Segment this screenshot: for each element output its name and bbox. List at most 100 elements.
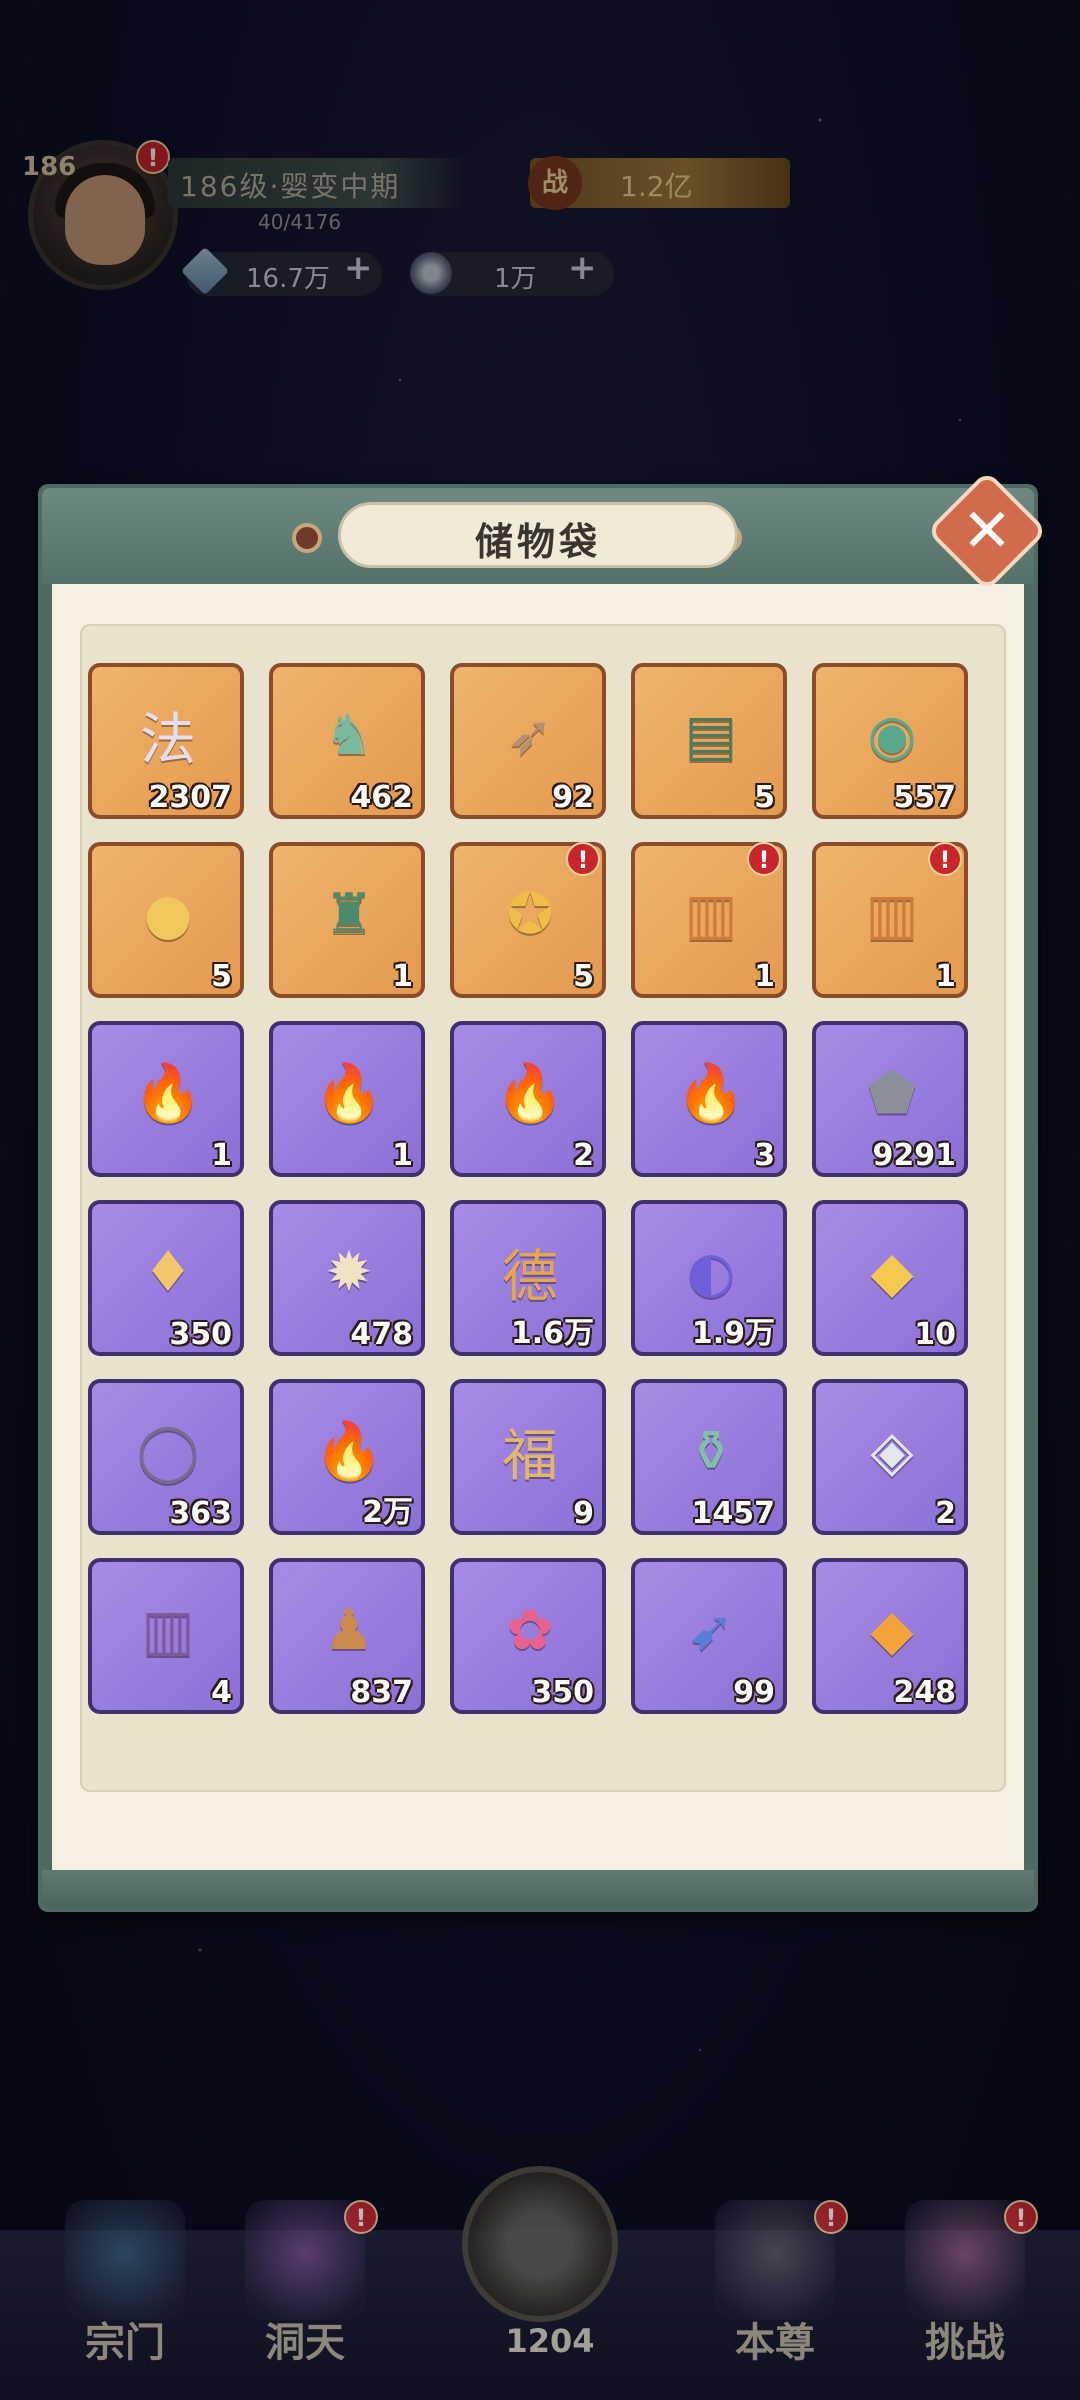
inventory-slot[interactable]: 德 1.6万 [450, 1200, 606, 1356]
inventory-slot[interactable]: ♟ 837 [269, 1558, 425, 1714]
combat-power-value: 1.2亿 [620, 170, 693, 203]
inventory-slot[interactable]: ◆ 248 [812, 1558, 968, 1714]
inventory-slot[interactable]: ➶ 92 [450, 663, 606, 819]
inventory-slot[interactable]: ✹ 478 [269, 1200, 425, 1356]
item-count: 99 [733, 1675, 775, 1710]
new-item-alert-icon: ! [928, 842, 962, 876]
item-count: 1 [211, 1138, 232, 1173]
inventory-slot[interactable]: ▥ 1! [812, 842, 968, 998]
jade-map-icon: ◉ [867, 702, 917, 768]
spirit-orb-icon: ◐ [686, 1239, 736, 1305]
item-count: 1.9万 [691, 1316, 775, 1351]
jade-lion-icon: ♞ [323, 702, 375, 768]
green-flame-icon: 🔥 [314, 1061, 384, 1126]
inventory-slot[interactable]: 福9 [450, 1379, 606, 1535]
player-rank: 186级·婴变中期 [180, 170, 401, 203]
nav-sect-icon [65, 2200, 185, 2320]
golden-crystal-icon: ♦ [142, 1239, 194, 1305]
inventory-slot[interactable]: 🔥 1 [88, 1021, 244, 1177]
inventory-slot[interactable]: ● 5 [88, 842, 244, 998]
fire-pill-icon: 🔥 [314, 1419, 384, 1484]
nav-sect-label: 宗门 [85, 2319, 165, 2366]
pagoda-censer-icon: ♜ [323, 881, 375, 947]
nav-self-label: 本尊 [735, 2319, 815, 2366]
nav-challenge[interactable]: 挑战! [880, 2200, 1050, 2370]
nav-cave[interactable]: 洞天! [220, 2200, 390, 2370]
gold-shard-icon: ◆ [870, 1239, 914, 1305]
nav-cave-label: 洞天 [265, 2319, 345, 2366]
inventory-slot[interactable]: 🔥 3 [631, 1021, 787, 1177]
item-count: 92 [552, 780, 594, 815]
inventory-slot[interactable]: ⬟ 9291 [812, 1021, 968, 1177]
crystal-ball-icon: ● [143, 881, 193, 947]
item-count: 5 [573, 959, 594, 994]
portrait-card-icon: ◈ [870, 1418, 914, 1484]
item-count: 2 [935, 1496, 956, 1531]
swirl-currency-icon [410, 252, 452, 294]
jade-ring-icon: ◯ [136, 1418, 200, 1484]
center-portal-button[interactable] [462, 2166, 618, 2322]
inventory-slot[interactable]: ▤ 5 [631, 663, 787, 819]
ruyi-scepter-icon: ➶ [506, 702, 554, 768]
inventory-slot[interactable]: ▥ 1! [631, 842, 787, 998]
inventory-slot[interactable]: ➹ 99 [631, 1558, 787, 1714]
ore-icon: ⬟ [867, 1060, 917, 1126]
item-count: 2 [573, 1138, 594, 1173]
close-icon[interactable]: ✕ [944, 488, 1030, 574]
nav-challenge-label: 挑战 [925, 2319, 1005, 2366]
item-count: 557 [893, 780, 956, 815]
inventory-slot[interactable]: 法 2307 [88, 663, 244, 819]
item-count: 5 [211, 959, 232, 994]
inventory-slot[interactable]: ◈ 2 [812, 1379, 968, 1535]
inventory-slot[interactable]: 🔥 2 [450, 1021, 606, 1177]
item-count: 1 [754, 959, 775, 994]
inventory-slot[interactable]: ♦ 350 [88, 1200, 244, 1356]
item-count: 10 [914, 1317, 956, 1352]
paper-scroll-icon: ▤ [684, 702, 738, 768]
nav-challenge-alert-icon: ! [1004, 2200, 1038, 2234]
yellow-flame-icon: 🔥 [133, 1061, 203, 1126]
fortune-card-icon: 福 [502, 1423, 558, 1489]
dialog-title: 储物袋 [474, 519, 601, 564]
inventory-slot[interactable]: 🔥 1 [269, 1021, 425, 1177]
red-flame-icon: 🔥 [495, 1061, 565, 1126]
player-level-badge: 186 [22, 152, 77, 182]
item-count: 9 [573, 1496, 594, 1531]
title-plate: 储物袋 [338, 502, 738, 568]
item-count: 462 [350, 780, 413, 815]
item-count: 1 [392, 1138, 413, 1173]
inventory-slot[interactable]: ⚱ 1457 [631, 1379, 787, 1535]
item-grid-scroll[interactable]: ⛓20⚑1◎1万☾2.3万◆17法2307♞462➶92▤5◉557●5♜1✪5… [88, 642, 998, 1778]
flame-crystal-icon: ◆ [870, 1597, 914, 1663]
inventory-slot[interactable]: ♜ 1 [269, 842, 425, 998]
player-exp: 40/4176 [258, 210, 342, 234]
inventory-slot[interactable]: ✪ 5! [450, 842, 606, 998]
center-portal-value: 1204 [505, 2322, 595, 2360]
avatar-alert-icon: ! [136, 140, 170, 174]
new-item-alert-icon: ! [566, 842, 600, 876]
silhouette-card-icon: ♟ [323, 1597, 375, 1663]
swirl-currency-add-button[interactable]: + [568, 248, 597, 288]
inventory-slot[interactable]: ◆ 10 [812, 1200, 968, 1356]
inventory-slot[interactable]: ◯ 363 [88, 1379, 244, 1535]
item-count: 1457 [691, 1496, 776, 1531]
nav-sect[interactable]: 宗门 [40, 2200, 210, 2370]
item-count: 2307 [148, 780, 233, 815]
item-count: 478 [350, 1317, 413, 1352]
inventory-slot[interactable]: ◐ 1.9万 [631, 1200, 787, 1356]
nav-self[interactable]: 本尊! [690, 2200, 860, 2370]
talisman-icon: 法 [140, 707, 196, 773]
item-count: 1 [935, 959, 956, 994]
item-count: 3 [754, 1138, 775, 1173]
inventory-slot[interactable]: ◉ 557 [812, 663, 968, 819]
virtue-token-icon: 德 [502, 1244, 558, 1310]
inventory-slot[interactable]: 🔥 2万 [269, 1379, 425, 1535]
item-count: 350 [169, 1317, 232, 1352]
inventory-slot[interactable]: ✿ 350 [450, 1558, 606, 1714]
inventory-slot[interactable]: ♞ 462 [269, 663, 425, 819]
spirit-stone-add-button[interactable]: + [344, 248, 373, 288]
inventory-slot[interactable]: ▥ 4 [88, 1558, 244, 1714]
item-count: 5 [754, 780, 775, 815]
blue-feather-icon: ➹ [687, 1597, 735, 1663]
nav-cave-alert-icon: ! [344, 2200, 378, 2234]
